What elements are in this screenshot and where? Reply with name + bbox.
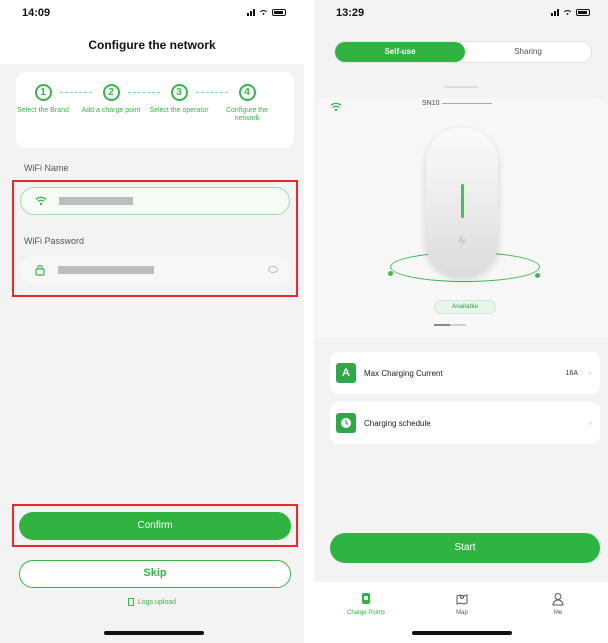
ring-dot-right [534, 272, 541, 279]
steps-card: 1 Select the Brand 2 Add a charge point … [16, 72, 294, 148]
skip-button[interactable]: Skip [19, 560, 291, 588]
charger-led [461, 184, 464, 218]
nav-label: Charge Points [346, 610, 386, 616]
wifi-password-label: WiFi Password [24, 236, 85, 246]
charger-display [446, 150, 478, 172]
right-phone-screen: 13:29 Self-use Sharing SN10 Available A … [314, 0, 608, 643]
wifi-name-label: WiFi Name [24, 163, 69, 173]
status-time: 14:09 [22, 7, 51, 19]
signal-icon [247, 8, 255, 16]
nav-map[interactable]: Map [422, 592, 502, 616]
home-indicator [412, 631, 512, 635]
step-number: 4 [238, 84, 256, 101]
wifi-status-icon [563, 10, 572, 16]
nav-charge-points[interactable]: Charge Points [326, 592, 406, 616]
tab-self-use[interactable]: Self-use [335, 42, 465, 62]
confirm-button[interactable]: Confirm [19, 512, 291, 540]
tab-sharing[interactable]: Sharing [465, 42, 591, 62]
page-header: Configure the network [0, 26, 304, 64]
status-badge: Available [434, 300, 496, 314]
status-bar: 14:09 [0, 0, 304, 26]
lock-icon [34, 264, 46, 276]
nav-me[interactable]: Me [518, 592, 598, 616]
signal-icon [551, 8, 559, 16]
status-time: 13:29 [336, 7, 365, 19]
wifi-name-value-redacted [59, 197, 133, 205]
max-charging-current-row[interactable]: A Max Charging Current 16A » [330, 352, 600, 394]
serial-prefix: SN10 [422, 100, 440, 107]
person-icon [552, 593, 564, 606]
status-icons [247, 8, 286, 16]
charging-schedule-row[interactable]: Charging schedule » [330, 402, 600, 444]
wifi-name-field[interactable] [20, 187, 290, 215]
setting-value: 16A [565, 369, 578, 377]
mode-tabs: Self-use Sharing [334, 41, 592, 63]
setting-label: Max Charging Current [364, 368, 443, 378]
logs-upload-link[interactable]: Logs upload [0, 598, 304, 606]
show-password-icon[interactable] [268, 266, 278, 273]
step-label: Select the Brand [17, 107, 69, 114]
device-wifi-icon [330, 99, 342, 117]
nav-label: Me [553, 610, 563, 616]
wifi-icon [35, 195, 47, 207]
wifi-status-icon [259, 10, 268, 16]
logs-upload-label: Logs upload [137, 598, 177, 606]
left-phone-screen: 14:09 Configure the network 1 Select the… [0, 0, 304, 643]
step-label: Configure the network [225, 107, 269, 122]
page-title: Configure the network [88, 38, 216, 52]
chevron-right-icon: » [588, 419, 592, 427]
wifi-password-field[interactable] [20, 256, 290, 284]
chevron-right-icon: » [588, 369, 592, 377]
current-icon: A [336, 363, 356, 383]
battery-icon [272, 8, 286, 16]
step-4: 4 Configure the network [216, 84, 278, 123]
document-icon [127, 598, 134, 606]
clock-icon [336, 413, 356, 433]
step-label: Select the operator [149, 107, 209, 114]
step-label: Add a charge point [81, 107, 141, 114]
bottom-nav: Charge Points Map Me [314, 582, 608, 643]
sheet-handle [444, 86, 478, 88]
step-2: 2 Add a charge point [80, 84, 142, 115]
home-indicator [104, 631, 204, 635]
nav-label: Map [456, 610, 468, 616]
map-icon [456, 594, 468, 605]
serial-redacted [441, 102, 492, 104]
step-number: 1 [34, 84, 52, 101]
step-1: 1 Select the Brand [12, 84, 74, 115]
step-number: 3 [170, 84, 188, 101]
carousel-indicator [434, 324, 466, 326]
charger-image [426, 128, 498, 276]
start-button[interactable]: Start [330, 533, 600, 563]
serial-number: SN10 [422, 100, 492, 107]
battery-icon [576, 8, 590, 16]
setting-label: Charging schedule [364, 418, 431, 428]
step-number: 2 [102, 84, 120, 101]
ring-dot-left [387, 270, 394, 277]
status-bar: 13:29 [314, 0, 608, 26]
lightning-icon [457, 233, 467, 249]
wifi-password-value-redacted [58, 266, 154, 274]
step-3: 3 Select the operator [148, 84, 210, 115]
status-icons [551, 8, 590, 16]
charge-point-icon [362, 593, 370, 604]
